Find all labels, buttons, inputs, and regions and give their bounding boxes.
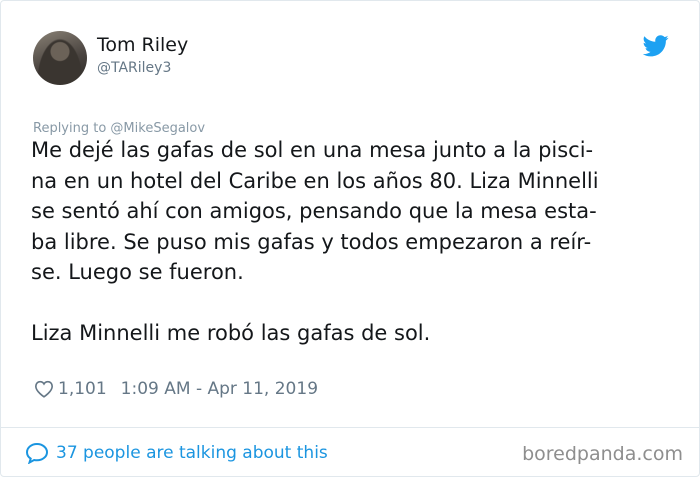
tweet-line: se sentó ahí con amigos, pensando que la… (31, 199, 597, 223)
heart-icon[interactable] (34, 380, 54, 398)
tweet-line: se. Luego se fueron. (31, 260, 244, 284)
conversation-link[interactable]: 37 people are talking about this (25, 441, 328, 465)
tweet-line: ba libre. Se puso mis gafas y todos empe… (31, 229, 592, 254)
avatar[interactable] (33, 31, 87, 85)
watermark: boredpanda.com (522, 443, 683, 465)
tweet-line: Me dejé las gafas de sol en una mesa jun… (31, 138, 594, 162)
tweet-closing-line: Liza Minnelli me robó las gafas de sol. (31, 321, 431, 345)
footer-divider (1, 427, 699, 428)
tweet-timestamp[interactable]: 1:09 AM - Apr 11, 2019 (121, 377, 318, 401)
twitter-bird-icon[interactable] (643, 35, 669, 57)
tweet-meta: 1,101 1:09 AM - Apr 11, 2019 (34, 377, 318, 401)
author-handle[interactable]: @TARiley3 (97, 59, 171, 77)
tweet-line: na en un hotel del Caribe en los años 80… (31, 168, 599, 193)
speech-bubble-icon (25, 442, 49, 464)
tweet-body: Me dejé las gafas de sol en una mesa jun… (31, 135, 681, 349)
conversation-label: 37 people are talking about this (56, 443, 328, 463)
tweet-card: Tom Riley @TARiley3 Replying to @MikeSeg… (0, 0, 700, 477)
author-name[interactable]: Tom Riley (97, 33, 188, 57)
like-count[interactable]: 1,101 (58, 377, 107, 401)
